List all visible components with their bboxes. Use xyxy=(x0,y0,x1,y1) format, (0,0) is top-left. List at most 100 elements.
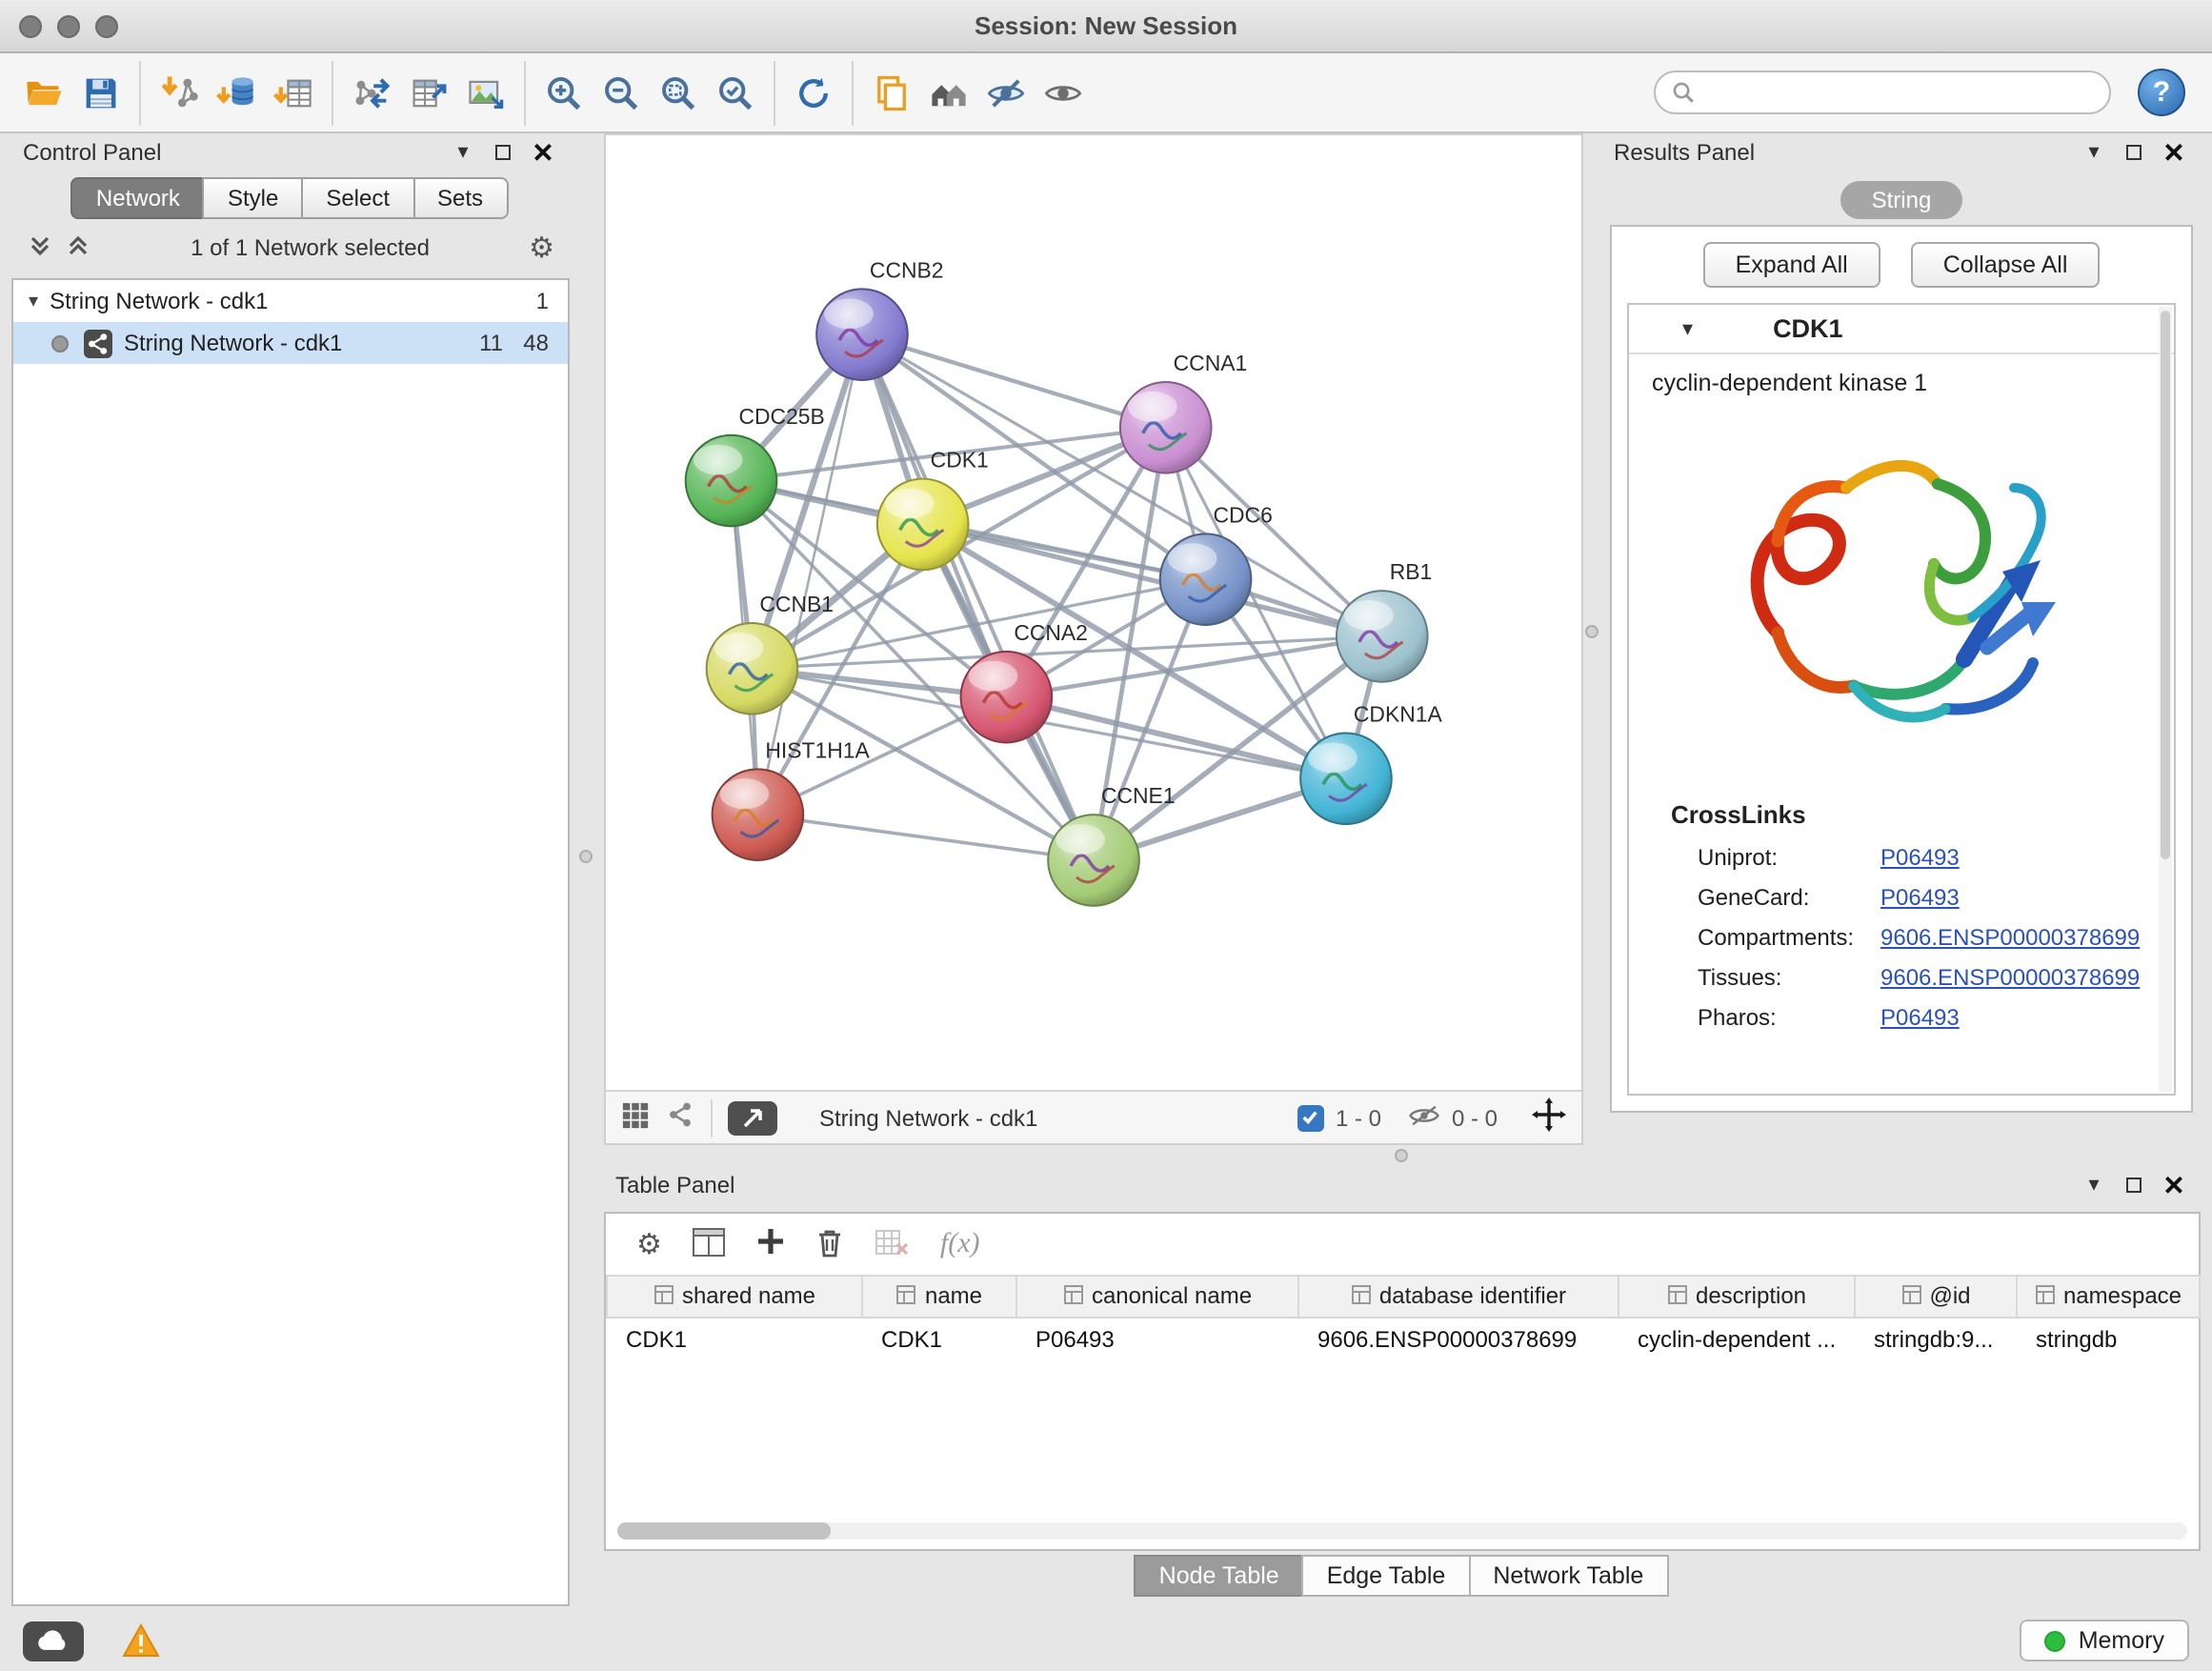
show-columns-icon[interactable] xyxy=(693,1226,727,1262)
table-settings-gear-icon[interactable]: ⚙ xyxy=(636,1230,662,1258)
table-tabs: Node TableEdge TableNetwork Table xyxy=(604,1555,2201,1597)
node-CCNB1[interactable]: CCNB1 xyxy=(707,592,834,715)
disclosure-triangle-icon[interactable]: ▾ xyxy=(29,291,38,312)
export-image-button[interactable] xyxy=(457,60,514,125)
import-table-button[interactable] xyxy=(265,60,322,125)
help-button[interactable]: ? xyxy=(2138,69,2185,116)
tab-edge-table[interactable]: Edge Table xyxy=(1302,1555,1471,1597)
tab-sets[interactable]: Sets xyxy=(412,177,508,219)
zoom-selected-button[interactable] xyxy=(707,60,764,125)
function-builder-icon[interactable]: f(x) xyxy=(940,1228,980,1260)
memory-button[interactable]: Memory xyxy=(2020,1620,2189,1661)
table-cell[interactable]: cyclin-dependent ... xyxy=(1619,1318,1855,1359)
network-canvas[interactable]: CCNB2CCNA1CDC25BCDK1CDC6RB1CCNB1CCNA2CDK… xyxy=(606,135,1581,1090)
tab-node-table[interactable]: Node Table xyxy=(1135,1555,1304,1597)
zoom-in-button[interactable] xyxy=(535,60,593,125)
first-neighbors-button[interactable] xyxy=(920,60,977,125)
gear-icon[interactable]: ⚙ xyxy=(529,233,554,262)
panel-close-icon[interactable]: ✕ xyxy=(2159,1172,2189,1198)
edge-HIST1H1A-CCNE1[interactable] xyxy=(757,815,1094,860)
birdseye-view-icon[interactable] xyxy=(665,1099,695,1136)
scrollbar-thumb[interactable] xyxy=(617,1522,831,1540)
column-header-name[interactable]: name xyxy=(862,1276,1016,1318)
horizontal-scrollbar[interactable] xyxy=(617,1522,2187,1540)
import-network-file-button[interactable] xyxy=(151,60,208,125)
search-field xyxy=(1654,70,2111,114)
results-scrollbar[interactable] xyxy=(2159,307,2172,1092)
panel-float-icon[interactable] xyxy=(2119,1172,2149,1198)
left-splitter-handle[interactable] xyxy=(579,850,593,863)
crosslink-link[interactable]: P06493 xyxy=(1880,843,1960,870)
node-CCNB2[interactable]: CCNB2 xyxy=(816,257,943,380)
hide-selected-button[interactable] xyxy=(977,60,1035,125)
hidden-items-icon[interactable] xyxy=(1408,1102,1440,1133)
detach-view-button[interactable] xyxy=(728,1100,777,1135)
panel-menu-icon[interactable]: ▾ xyxy=(2079,139,2109,166)
crosslink-link[interactable]: 9606.ENSP00000378699 xyxy=(1880,923,2140,950)
panel-float-icon[interactable] xyxy=(488,139,518,166)
crosslink-link[interactable]: P06493 xyxy=(1880,1003,1960,1030)
network-collection-row[interactable]: ▾ String Network - cdk1 1 xyxy=(13,280,568,322)
export-network-button[interactable] xyxy=(343,60,400,125)
panel-close-icon[interactable]: ✕ xyxy=(528,139,558,166)
cloud-button[interactable] xyxy=(23,1621,84,1661)
gene-section-header[interactable]: ▾ CDK1 xyxy=(1629,305,2174,354)
collapse-section-icon[interactable]: ▾ xyxy=(1682,316,1693,341)
control-panel-header: Control Panel ▾ ✕ xyxy=(11,133,570,171)
panel-menu-icon[interactable]: ▾ xyxy=(448,139,478,166)
node-HIST1H1A[interactable]: HIST1H1A xyxy=(713,737,871,860)
panel-close-icon[interactable]: ✕ xyxy=(2159,139,2189,166)
right-splitter-handle[interactable] xyxy=(1585,625,1599,638)
tab-string[interactable]: String xyxy=(1841,181,1962,219)
column-header-description[interactable]: description xyxy=(1619,1276,1855,1318)
collapse-all-icon[interactable] xyxy=(27,232,53,264)
node-RB1[interactable]: RB1 xyxy=(1337,559,1432,682)
export-table-button[interactable] xyxy=(400,60,457,125)
crosslink-link[interactable]: 9606.ENSP00000378699 xyxy=(1880,963,2140,990)
column-header-canonical-name[interactable]: canonical name xyxy=(1016,1276,1298,1318)
grid-view-icon[interactable] xyxy=(621,1100,650,1135)
duplicate-page-button[interactable] xyxy=(863,60,920,125)
table-row[interactable]: CDK1CDK1P064939606.ENSP00000378699cyclin… xyxy=(607,1318,2200,1359)
table-cell[interactable]: CDK1 xyxy=(607,1318,862,1359)
table-cell[interactable]: P06493 xyxy=(1016,1318,1298,1359)
table-cell[interactable]: 9606.ENSP00000378699 xyxy=(1298,1318,1619,1359)
table-cell[interactable]: stringdb:9... xyxy=(1855,1318,2017,1359)
apply-layout-button[interactable] xyxy=(785,60,842,125)
expand-all-button[interactable]: Expand All xyxy=(1703,242,1880,288)
create-column-plus-icon[interactable] xyxy=(757,1227,786,1261)
import-network-database-button[interactable] xyxy=(208,60,265,125)
collapse-all-button[interactable]: Collapse All xyxy=(1911,242,2101,288)
tab-select[interactable]: Select xyxy=(301,177,414,219)
table-cell[interactable]: CDK1 xyxy=(862,1318,1016,1359)
node-CDKN1A[interactable]: CDKN1A xyxy=(1300,702,1442,825)
save-session-button[interactable] xyxy=(72,60,130,125)
tab-style[interactable]: Style xyxy=(203,177,303,219)
node-CCNA1[interactable]: CCNA1 xyxy=(1120,351,1247,473)
panel-float-icon[interactable] xyxy=(2119,139,2149,166)
crosslink-link[interactable]: P06493 xyxy=(1880,883,1960,910)
open-session-button[interactable] xyxy=(15,60,72,125)
selected-items-icon[interactable] xyxy=(1297,1104,1324,1131)
bottom-splitter-handle[interactable] xyxy=(1395,1149,1408,1162)
edge-CCNB2-CCNE1[interactable] xyxy=(862,334,1094,860)
zoom-out-button[interactable] xyxy=(593,60,650,125)
table-cell[interactable]: stringdb xyxy=(2017,1318,2200,1359)
expand-all-icon[interactable] xyxy=(65,232,91,264)
column-header-namespace[interactable]: namespace xyxy=(2017,1276,2200,1318)
column-header-database-identifier[interactable]: database identifier xyxy=(1298,1276,1619,1318)
network-graph[interactable]: CCNB2CCNA1CDC25BCDK1CDC6RB1CCNB1CCNA2CDK… xyxy=(606,135,1581,1090)
column-header--id[interactable]: @id xyxy=(1855,1276,2017,1318)
fit-content-button[interactable] xyxy=(650,60,707,125)
warnings-button[interactable] xyxy=(122,1623,160,1658)
show-graphics-details-button[interactable] xyxy=(1035,60,1092,125)
tab-network[interactable]: Network xyxy=(71,177,205,219)
search-input[interactable] xyxy=(1654,70,2111,114)
panel-menu-icon[interactable]: ▾ xyxy=(2079,1172,2109,1198)
column-header-shared-name[interactable]: shared name xyxy=(607,1276,862,1318)
tab-network-table[interactable]: Network Table xyxy=(1468,1555,1668,1597)
pan-crosshair-icon[interactable] xyxy=(1532,1097,1566,1137)
edge-CCNB2-CCNA1[interactable] xyxy=(862,334,1166,428)
delete-column-trash-icon[interactable] xyxy=(816,1226,845,1262)
network-row[interactable]: String Network - cdk1 11 48 xyxy=(13,322,568,364)
